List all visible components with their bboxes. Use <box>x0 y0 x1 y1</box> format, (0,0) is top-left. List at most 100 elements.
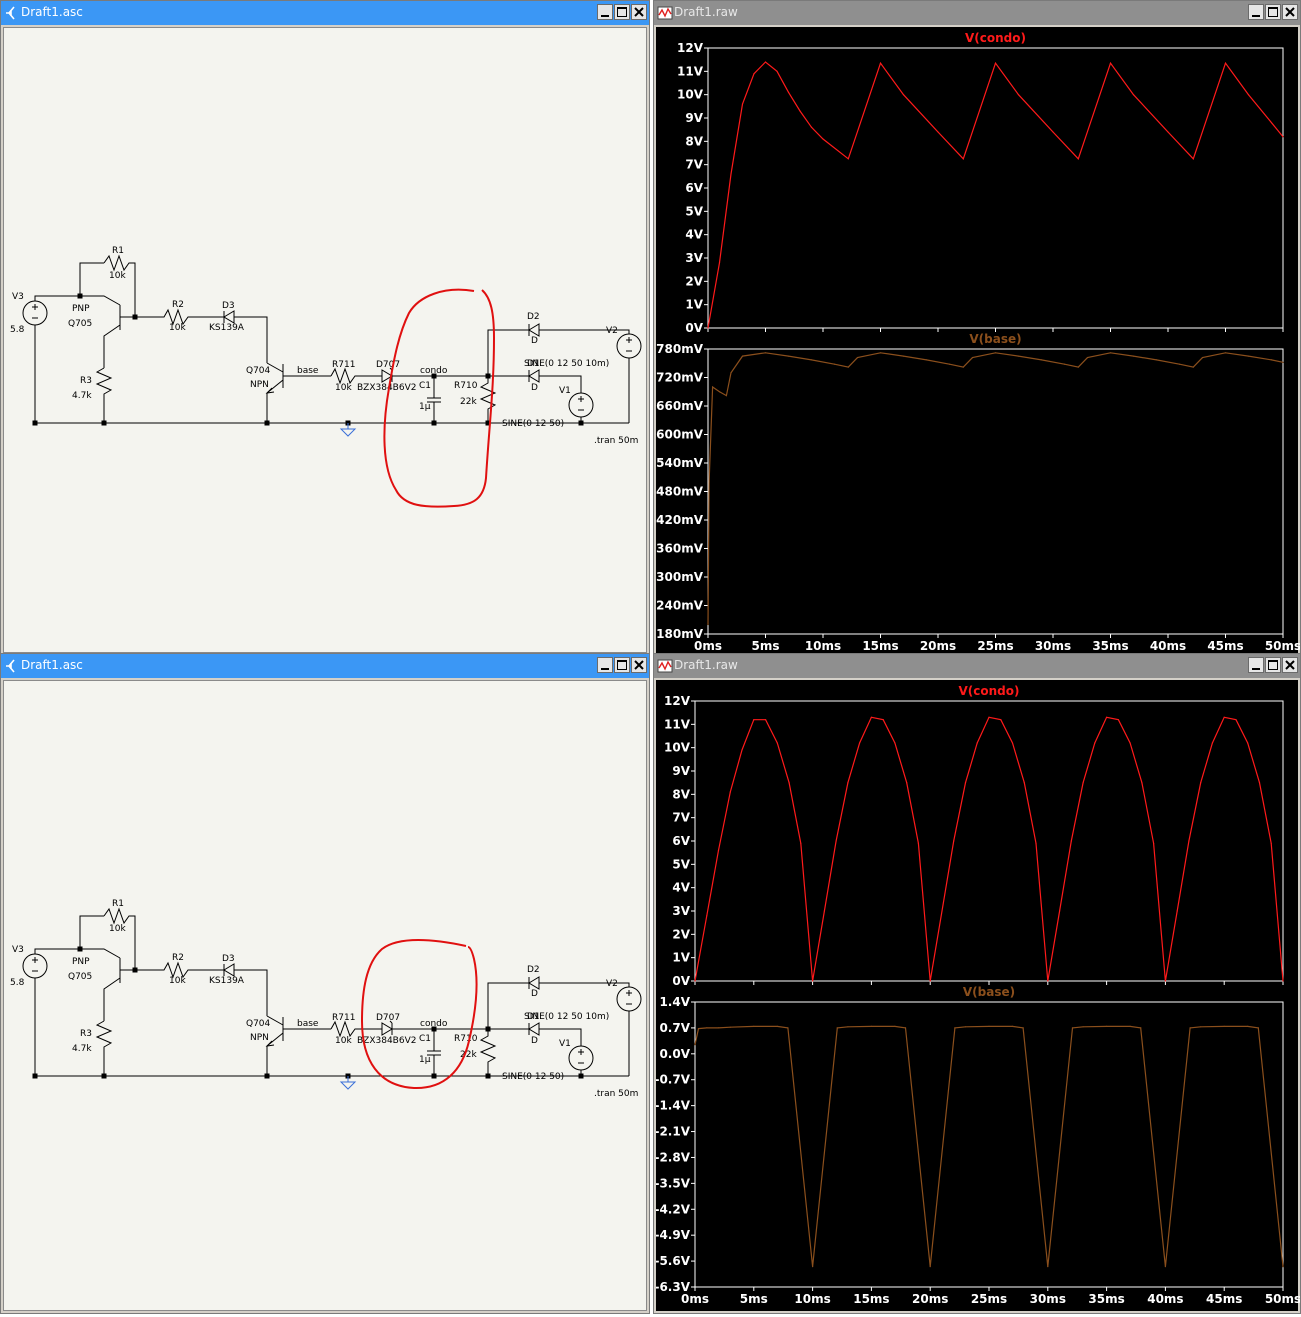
data-point <box>753 719 755 721</box>
titlebar[interactable]: Draft1.asc <box>1 654 649 678</box>
pane-condo[interactable]: V(condo) 0V 1V 2V 3V 4V 5V 6V 7V 8V 9V 10V 11V 12V <box>664 684 1284 988</box>
close-button[interactable] <box>1282 4 1298 20</box>
y-tick-label: -4.9V <box>656 1228 691 1242</box>
waveform-canvas[interactable]: V(condo) 0V 1V 2V 3V 4V 5V 6V 7V 8V 9V 10V 11V 12V V(… <box>654 680 1301 1313</box>
data-point <box>1082 1026 1084 1028</box>
trace-title[interactable]: V(base) <box>969 332 1021 346</box>
junction-dot <box>485 1073 491 1079</box>
x-tick-label: 5ms <box>752 639 780 653</box>
d1-value: D <box>531 383 538 393</box>
data-point <box>1129 742 1131 744</box>
d2-label: D2 <box>527 312 540 322</box>
maximize-button[interactable] <box>614 4 630 20</box>
minimize-button[interactable] <box>597 4 613 20</box>
minimize-button[interactable] <box>597 657 613 673</box>
circuit[interactable] <box>32 254 632 424</box>
trace-title[interactable]: V(base) <box>963 985 1015 999</box>
trace-title[interactable]: V(condo) <box>959 684 1020 698</box>
data-point <box>1223 716 1225 718</box>
d1-value: D <box>531 1036 538 1046</box>
data-point <box>1247 94 1250 96</box>
waveform-window-bottom[interactable]: Draft1.raw V(condo) 0V 1V 2V 3V 4V 5V 6V 7V 8V 9V 1… <box>653 653 1301 1314</box>
close-button[interactable] <box>631 4 647 20</box>
y-tick-label: 1V <box>685 298 703 312</box>
y-tick-label: 1.4V <box>659 995 690 1009</box>
minimize-button[interactable] <box>1248 657 1264 673</box>
y-tick-label: 3V <box>672 904 690 918</box>
minimize-button[interactable] <box>1248 4 1264 20</box>
x-tick-label: 35ms <box>1092 639 1128 653</box>
pane-base[interactable]: V(base)-6.3V-5.6V-4.9V-4.2V-3.5V-2.8V-2.… <box>654 985 1301 1306</box>
q704-type-label: NPN <box>250 1033 269 1043</box>
v1-label: V1 <box>559 1039 571 1049</box>
v1-label: V1 <box>559 386 571 396</box>
data-point <box>894 742 896 744</box>
y-tick-label: -0.7V <box>656 1073 691 1087</box>
y-tick-label: -1.4V <box>656 1099 691 1113</box>
data-point <box>712 386 714 388</box>
x-tick-label: 0ms <box>694 639 722 653</box>
v3-value: 5.8 <box>10 325 25 335</box>
data-point <box>787 91 790 93</box>
data-point <box>964 782 967 784</box>
maximize-button[interactable] <box>1265 4 1281 20</box>
data-point <box>725 395 727 397</box>
titlebar[interactable]: Draft1.raw <box>654 654 1300 678</box>
tran-directive: .tran 50m <box>594 1089 638 1099</box>
data-point <box>729 791 731 793</box>
y-tick-label: 0V <box>672 974 690 988</box>
waveform-plot-bottom[interactable]: V(condo) 0V 1V 2V 3V 4V 5V 6V 7V 8V 9V 10V 11V 12V V(… <box>654 680 1301 1313</box>
data-point <box>1270 842 1272 844</box>
close-button[interactable] <box>1282 657 1298 673</box>
data-point <box>1224 352 1227 354</box>
v2-value: SINE(0 12 50 10m) <box>524 1012 609 1022</box>
pane-base[interactable]: V(base)180mV240mV300mV360mV420mV480mV540… <box>656 332 1301 653</box>
data-point <box>787 355 790 357</box>
schematic-canvas[interactable]: V3 5.8 PNP Q705 R1 10k R3 4.7k R2 10k D3 KS139A Q704… <box>3 680 647 1311</box>
d2-value: D <box>531 989 538 999</box>
pane-condo[interactable]: V(condo) 0V 1V 2V 3V 4V 5V 6V 7V 8V 9V 10V 11V 12V <box>677 31 1284 335</box>
data-point <box>1141 782 1143 784</box>
x-tick-label: 15ms <box>853 1292 889 1306</box>
maximize-button[interactable] <box>614 657 630 673</box>
data-point <box>879 352 882 354</box>
x-tick-label: 0ms <box>681 1292 709 1306</box>
data-point <box>971 357 974 359</box>
x-tick-label: 15ms <box>862 639 898 653</box>
trace-title[interactable]: V(condo) <box>965 31 1026 45</box>
data-point <box>1017 355 1020 357</box>
y-tick-label: 780mV <box>656 342 704 356</box>
x-tick-label: 50ms <box>1265 639 1300 653</box>
data-point <box>836 1027 838 1029</box>
d3-label: D3 <box>222 301 235 311</box>
waveform-plot-top[interactable]: V(condo) 0V 1V 2V 3V 4V 5V 6V 7V 8V 9V 10V 11V 12V V(… <box>656 27 1301 655</box>
d707-value: BZX384B6V2 <box>357 383 416 393</box>
titlebar[interactable]: Draft1.asc <box>1 1 649 25</box>
y-tick-label: 6V <box>685 181 703 195</box>
data-point <box>810 126 813 128</box>
waveform-canvas[interactable]: V(condo) 0V 1V 2V 3V 4V 5V 6V 7V 8V 9V 10V 11V 12V V(… <box>656 27 1301 655</box>
data-point <box>1176 910 1178 912</box>
data-point <box>1035 842 1037 844</box>
titlebar[interactable]: Draft1.raw <box>654 1 1300 25</box>
data-point <box>706 1027 708 1029</box>
waveform-window-top[interactable]: Draft1.raw V(condo) 0V 1V 2V 3V 4V 5V 6V 7V 8V 9V 1… <box>653 0 1301 656</box>
circuit[interactable] <box>32 907 632 1077</box>
schematic-canvas[interactable]: V3 5.8 PNP Q705 R1 10k R3 4.7k R2 10k D3 KS139A Q704… <box>3 27 647 653</box>
r1-label: R1 <box>112 246 124 256</box>
v3-label: V3 <box>12 292 24 302</box>
y-tick-label: 300mV <box>656 570 704 584</box>
maximize-button[interactable] <box>1265 657 1281 673</box>
y-tick-label: 0.7V <box>659 1021 690 1035</box>
schematic-window-top[interactable]: Draft1.asc V3 5.8 PNP Q705 R1 10k R3 4.7k R2 10k D… <box>0 0 650 656</box>
junction-dot <box>77 946 83 952</box>
y-tick-label: 2V <box>685 274 703 288</box>
data-point <box>1200 1026 1202 1028</box>
data-point <box>729 1026 731 1028</box>
schematic-window-bottom[interactable]: Draft1.asc V3 5.8 PNP Q705 R1 10k R3 4.7k R2 10k D… <box>0 653 650 1314</box>
close-button[interactable] <box>631 657 647 673</box>
data-point <box>730 173 732 175</box>
waveform-icon <box>657 659 673 673</box>
data-point <box>1071 1027 1074 1029</box>
data-point <box>988 1025 990 1027</box>
